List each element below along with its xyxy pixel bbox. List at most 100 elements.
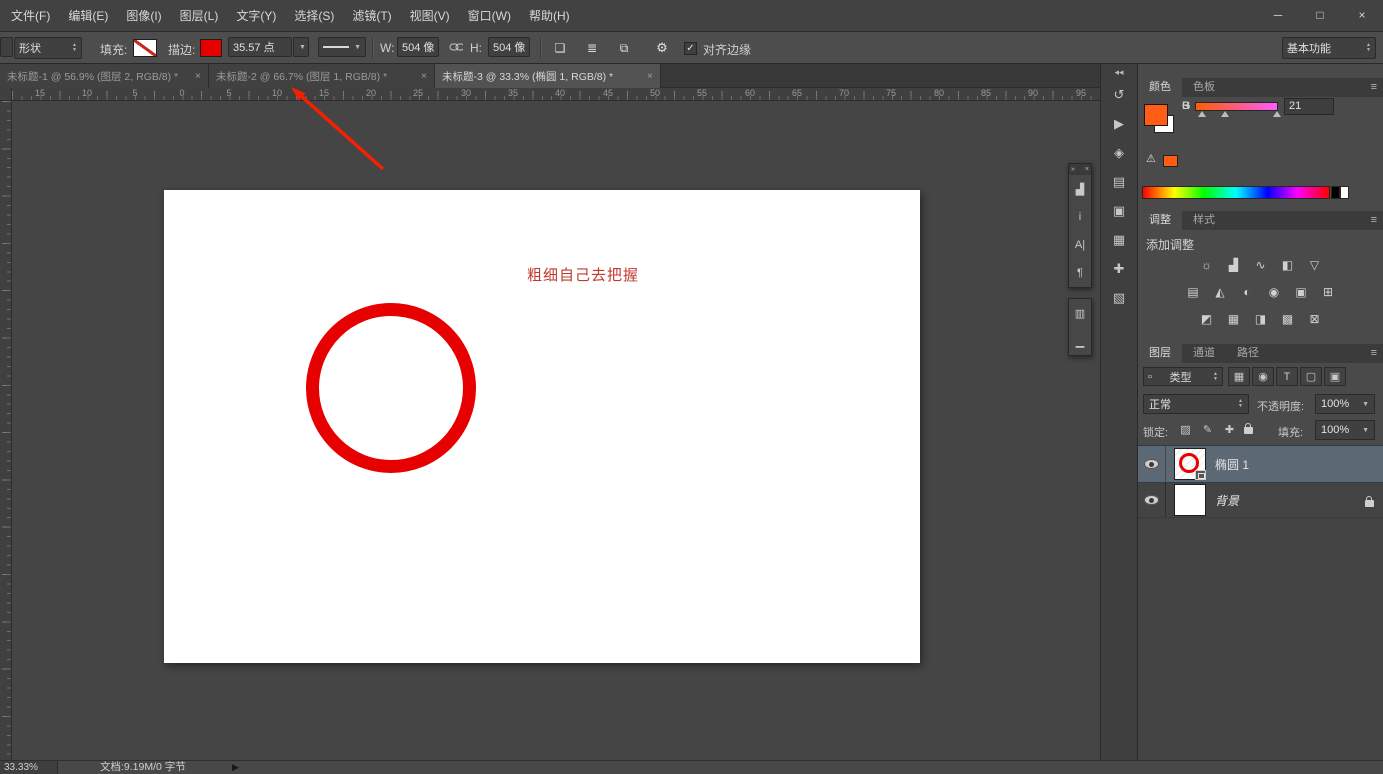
posterize-icon[interactable]: ▦ — [1224, 311, 1244, 328]
document-tab[interactable]: 未标题-2 @ 66.7% (图层 1, RGB/8) * × — [209, 64, 435, 88]
notes-panel-icon[interactable]: ▟ — [1069, 175, 1091, 203]
shape-width-field[interactable]: 504 像 — [397, 37, 439, 57]
stroke-width-dropdown[interactable]: ▼ — [293, 37, 309, 57]
gradient-map-icon[interactable]: ▩ — [1278, 311, 1298, 328]
horizontal-ruler[interactable]: 1510505101520253035404550556065707580859… — [12, 88, 1100, 101]
black-white-icon[interactable]: ◐ — [1237, 284, 1257, 301]
document-tab[interactable]: 未标题-3 @ 33.3% (椭圆 1, RGB/8) * × — [435, 64, 661, 88]
path-alignment-button[interactable]: ≣ — [580, 36, 604, 60]
document-canvas[interactable]: 粗细自己去把握 — [164, 190, 920, 663]
gear-button[interactable]: ⚙ — [650, 36, 674, 60]
close-tab-icon[interactable]: × — [195, 70, 201, 82]
menu-item[interactable]: 文字(Y) — [227, 0, 285, 32]
panel-menu-icon[interactable]: ≡ — [1371, 214, 1377, 226]
menu-item[interactable]: 选择(S) — [285, 0, 343, 32]
status-options-button[interactable]: ▶ — [232, 761, 239, 774]
menu-item[interactable]: 图像(I) — [117, 0, 170, 32]
paragraph-styles-panel-icon[interactable]: ▧ — [1101, 283, 1137, 312]
ramp-black-swatch[interactable] — [1331, 186, 1340, 199]
channel-mixer-icon[interactable]: ▣ — [1291, 284, 1311, 301]
curves-icon[interactable]: ∿ — [1251, 257, 1271, 274]
panel-tab[interactable]: 样式 — [1182, 211, 1226, 230]
gamut-color-swatch[interactable] — [1163, 155, 1178, 167]
color-balance-icon[interactable]: ◭ — [1210, 284, 1230, 301]
foreground-color-swatch[interactable] — [1144, 104, 1168, 126]
brush-presets-panel-icon[interactable]: ▤ — [1101, 167, 1137, 196]
styles-panel-icon[interactable]: ◈ — [1101, 138, 1137, 167]
navigator-panel-icon[interactable]: ▥ — [1069, 299, 1091, 327]
levels-icon[interactable]: ▟ — [1224, 257, 1244, 274]
color-spectrum-ramp[interactable] — [1142, 186, 1330, 199]
layer-name[interactable]: 椭圆 1 — [1215, 456, 1249, 473]
lock-transparent-pixels-icon[interactable]: ▨ — [1178, 422, 1193, 438]
opacity-select[interactable]: 100% ▼ — [1315, 394, 1375, 414]
channel-slider[interactable] — [1195, 102, 1278, 111]
layer-name[interactable]: 背景 — [1215, 492, 1239, 509]
path-operations-button[interactable]: ❏ — [548, 36, 572, 60]
close-tab-icon[interactable]: × — [421, 70, 427, 82]
visibility-toggle[interactable] — [1138, 483, 1166, 517]
layer-thumbnail[interactable] — [1174, 484, 1206, 516]
align-edges-checkbox[interactable]: ✓ — [684, 42, 697, 55]
color-lookup-icon[interactable]: ⊞ — [1318, 284, 1338, 301]
link-dimensions-button[interactable] — [445, 37, 467, 57]
panel-tab[interactable]: 路径 — [1226, 344, 1270, 363]
close-tab-icon[interactable]: × — [647, 70, 653, 82]
invert-icon[interactable]: ◩ — [1197, 311, 1217, 328]
path-arrangement-button[interactable]: ⧉ — [612, 36, 636, 60]
menu-item[interactable]: 编辑(E) — [59, 0, 117, 32]
gamut-warning-icon[interactable]: ⚠ — [1146, 152, 1156, 165]
maximize-button[interactable]: □ — [1307, 5, 1333, 25]
character-styles-panel-icon[interactable]: ✚ — [1101, 254, 1137, 283]
panel-menu-icon[interactable]: ≡ — [1371, 81, 1377, 93]
fill-swatch[interactable] — [133, 39, 157, 57]
character-panel-icon[interactable]: A| — [1069, 231, 1091, 259]
vertical-ruler[interactable] — [0, 101, 12, 760]
channel-value-field[interactable]: 21 — [1284, 98, 1334, 115]
stroke-swatch[interactable] — [200, 39, 222, 57]
photo-filter-icon[interactable]: ◉ — [1264, 284, 1284, 301]
filter-type-layers-icon[interactable]: T — [1276, 367, 1298, 386]
lock-image-pixels-icon[interactable]: ✎ — [1200, 422, 1215, 438]
panel-tab[interactable]: 色板 — [1182, 78, 1226, 97]
filter-shape-layers-icon[interactable]: ▢ — [1300, 367, 1322, 386]
menu-item[interactable]: 视图(V) — [401, 0, 459, 32]
stroke-type-select[interactable]: ▼ — [318, 37, 366, 57]
close-button[interactable]: × — [1349, 5, 1375, 25]
layer-thumbnail[interactable] — [1174, 448, 1206, 480]
fill-select[interactable]: 100% ▼ — [1315, 420, 1375, 440]
panel-tab[interactable]: 通道 — [1182, 344, 1226, 363]
lock-all-icon[interactable] — [1244, 427, 1253, 434]
menu-item[interactable]: 图层(L) — [171, 0, 228, 32]
minimize-button[interactable]: ─ — [1265, 5, 1291, 25]
expand-dock-button[interactable]: ◂◂ — [1101, 64, 1137, 80]
clone-source-panel-icon[interactable]: ▣ — [1101, 196, 1137, 225]
close-panel-icon[interactable]: × — [1085, 164, 1089, 175]
history-panel-icon[interactable]: ↺ — [1101, 80, 1137, 109]
blend-mode-select[interactable]: 正常 — [1143, 394, 1249, 414]
panel-tab[interactable]: 调整 — [1138, 211, 1182, 230]
exposure-icon[interactable]: ◧ — [1278, 257, 1298, 274]
document-tab[interactable]: 未标题-1 @ 56.9% (图层 2, RGB/8) * × — [0, 64, 209, 88]
layer-row[interactable]: 椭圆 1 — [1138, 446, 1383, 483]
expand-panel-icon[interactable]: » — [1071, 164, 1075, 175]
ramp-white-swatch[interactable] — [1340, 186, 1349, 199]
tool-preset-picker[interactable] — [0, 37, 13, 57]
layer-row[interactable]: 背景 — [1138, 483, 1383, 518]
canvas-pasteboard[interactable]: 粗细自己去把握 — [12, 101, 1100, 760]
stroke-width-field[interactable]: 35.57 点 — [228, 37, 292, 57]
visibility-toggle[interactable] — [1138, 446, 1166, 482]
histogram-panel-icon[interactable]: ▁ — [1069, 327, 1091, 355]
panel-tab[interactable]: 颜色 — [1138, 78, 1182, 97]
filter-adjustment-layers-icon[interactable]: ◉ — [1252, 367, 1274, 386]
panel-tab[interactable]: 图层 — [1138, 344, 1182, 363]
swatches-panel-icon[interactable]: ▦ — [1101, 225, 1137, 254]
brightness-contrast-icon[interactable]: ☼ — [1197, 257, 1217, 274]
vibrance-icon[interactable]: ▽ — [1305, 257, 1325, 274]
actions-panel-icon[interactable]: ▶ — [1101, 109, 1137, 138]
filter-pixel-layers-icon[interactable]: ▦ — [1228, 367, 1250, 386]
hue-saturation-icon[interactable]: ▤ — [1183, 284, 1203, 301]
red-circle-shape[interactable] — [306, 303, 476, 473]
paragraph-panel-icon[interactable]: ¶ — [1069, 259, 1091, 287]
layer-filter-type-select[interactable]: ▫ 类型 — [1143, 367, 1223, 386]
